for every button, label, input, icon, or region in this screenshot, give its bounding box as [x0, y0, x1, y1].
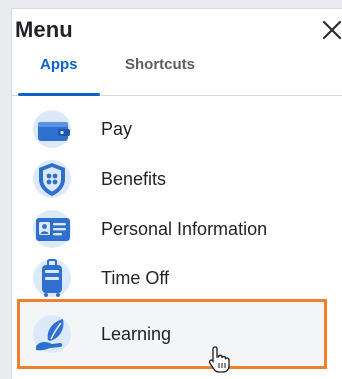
close-icon[interactable]	[319, 17, 342, 43]
menu-item-learning[interactable]: Learning	[26, 311, 326, 357]
menu-item-label: Learning	[101, 324, 172, 344]
tab-shortcuts[interactable]: Shortcuts	[125, 56, 195, 73]
hand-leaf-icon	[33, 315, 71, 353]
menu-item-label: Pay	[101, 119, 133, 139]
id-card-icon	[33, 210, 71, 248]
menu-panel: Menu Apps Shortcuts Pay Benefits Persona…	[11, 8, 342, 379]
menu-title: Menu	[15, 17, 73, 42]
tab-apps[interactable]: Apps	[40, 56, 78, 73]
menu-tabs: Apps Shortcuts	[12, 49, 342, 96]
shield-icon	[33, 160, 71, 198]
menu-item-label: Time Off	[101, 268, 170, 288]
suitcase-icon	[33, 259, 71, 297]
menu-item-personal-information[interactable]: Personal Information	[26, 206, 326, 252]
menu-item-label: Personal Information	[101, 219, 268, 239]
active-tab-indicator	[18, 93, 100, 96]
screenshot-frame: Menu Apps Shortcuts Pay Benefits Persona…	[0, 0, 342, 379]
menu-item-pay[interactable]: Pay	[26, 106, 326, 152]
menu-item-label: Benefits	[101, 169, 167, 189]
menu-item-benefits[interactable]: Benefits	[26, 156, 326, 202]
menu-item-time-off[interactable]: Time Off	[26, 255, 326, 301]
hand-cursor-icon	[208, 346, 230, 373]
wallet-icon	[33, 110, 71, 148]
